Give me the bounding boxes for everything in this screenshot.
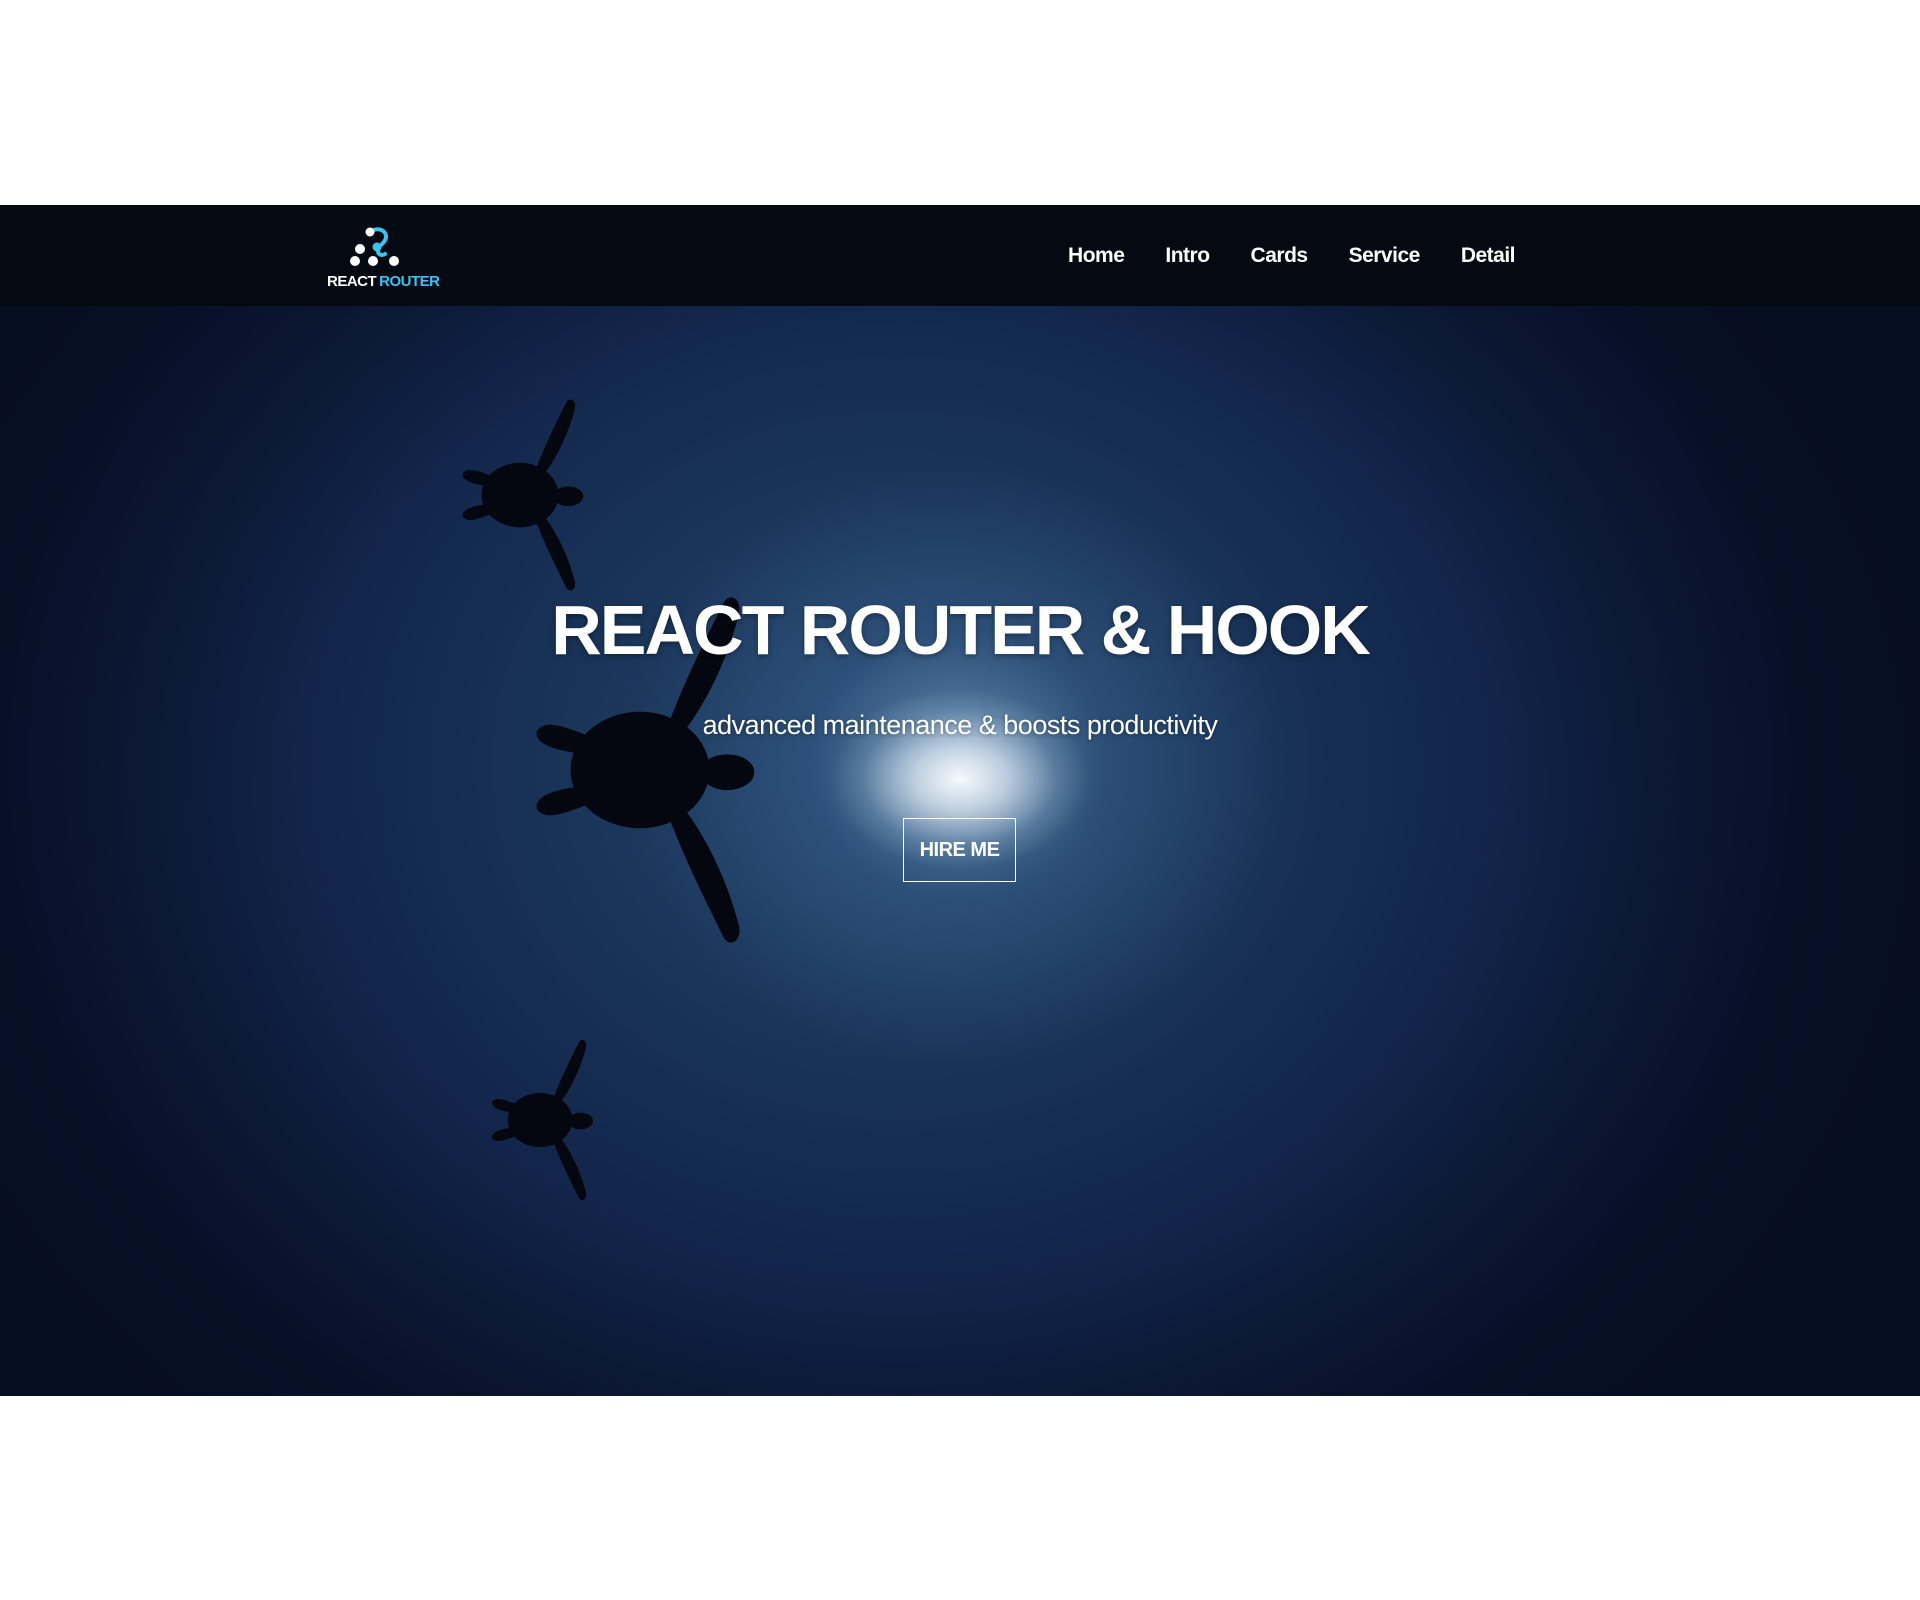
hero-vignette [0, 205, 1920, 1396]
nav-item-cards[interactable]: Cards [1251, 244, 1309, 268]
brand-logo[interactable]: REACT ROUTER [320, 223, 440, 293]
hire-me-button[interactable]: HIRE ME [903, 818, 1016, 882]
nav-item-service[interactable]: Service [1349, 244, 1421, 268]
nav-item-intro[interactable]: Intro [1165, 244, 1210, 268]
hero-subtitle: advanced maintenance & boosts productivi… [702, 710, 1218, 740]
nav-links: Home Intro Cards Service Detail [1068, 205, 1515, 306]
brand-word-react: REACT [327, 273, 377, 290]
landing-page: REACT ROUTER Home Intro Cards Service Det… [0, 205, 1920, 1396]
hero-title: REACT ROUTER & HOOK [551, 591, 1371, 669]
brand-word-router: ROUTER [379, 273, 440, 290]
nav-item-home[interactable]: Home [1068, 244, 1125, 268]
nav-item-detail[interactable]: Detail [1461, 244, 1516, 268]
brand-wordmark: REACT ROUTER [327, 273, 440, 290]
react-router-logo-icon [350, 227, 399, 266]
top-navbar: REACT ROUTER Home Intro Cards Service Det… [0, 205, 1920, 306]
